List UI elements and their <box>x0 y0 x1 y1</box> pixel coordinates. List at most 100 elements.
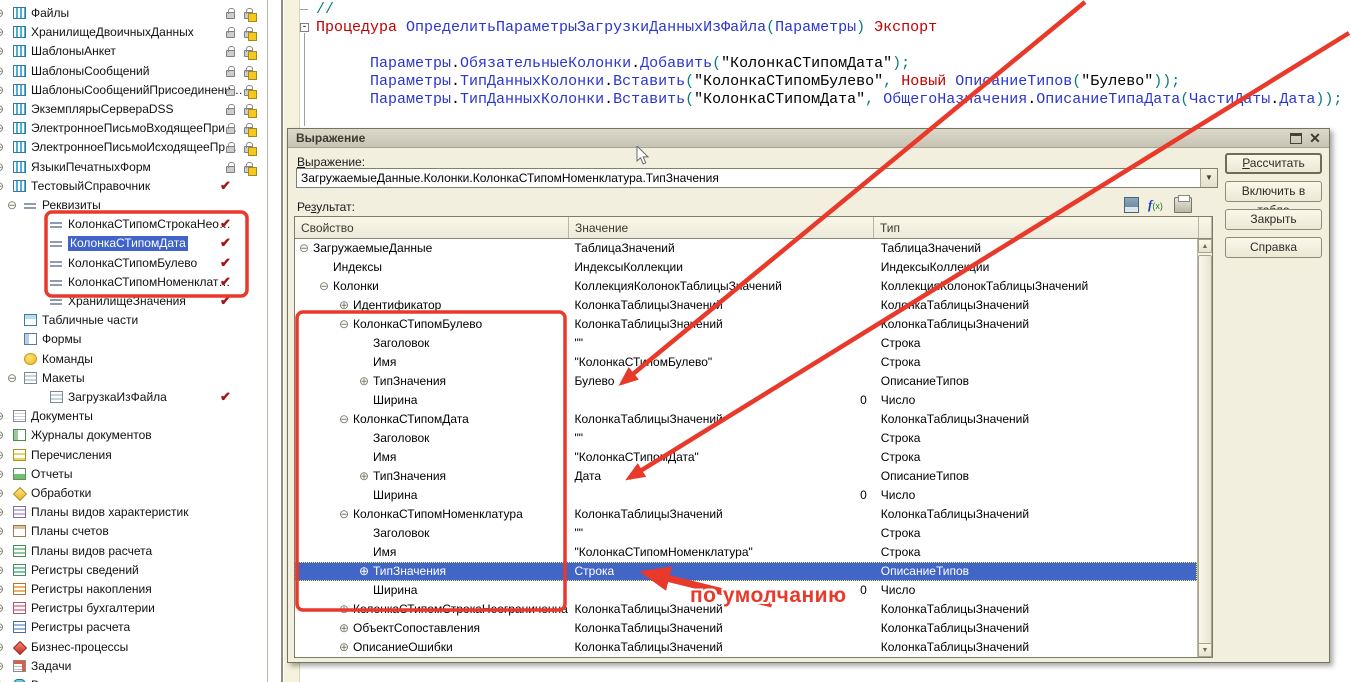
tree-expander-icon[interactable]: ⊕ <box>0 640 4 654</box>
save-result-icon[interactable] <box>1124 197 1139 213</box>
sidebar-item[interactable]: ХранилищеЗначения✔ <box>0 293 268 311</box>
row-expander-icon[interactable]: ⊕ <box>339 638 353 656</box>
sidebar-item[interactable]: ⊕Обработки <box>0 485 268 503</box>
sidebar-item[interactable]: ⊕ЭкземплярыСервераDSS <box>0 101 268 119</box>
sidebar-item[interactable]: Команды <box>0 351 268 369</box>
table-row[interactable]: ⊕ТипЗначенияДатаОписаниеТипов <box>295 467 1197 486</box>
sidebar-item[interactable]: Табличные части <box>0 312 268 330</box>
table-row[interactable]: ⊖КолонкиКоллекцияКолонокТаблицыЗначенийК… <box>295 277 1197 296</box>
sidebar-item[interactable]: КолонкаСТипомДата✔ <box>0 235 268 253</box>
table-row[interactable]: ⊖КолонкаСТипомНоменклатураКолонкаТаблицы… <box>295 505 1197 524</box>
sidebar-item[interactable]: ⊖ТестовыйСправочник✔ <box>0 178 268 196</box>
sidebar-item[interactable]: ⊕Журналы документов <box>0 427 268 445</box>
tree-expander-icon[interactable]: ⊕ <box>0 582 4 596</box>
tree-expander-icon[interactable]: ⊕ <box>0 601 4 615</box>
row-expander-icon[interactable]: ⊖ <box>339 505 353 523</box>
dialog-button-3[interactable]: Закрыть <box>1225 209 1322 230</box>
row-expander-icon[interactable]: ⊕ <box>339 600 353 618</box>
column-header[interactable]: Тип <box>874 217 1199 238</box>
scroll-down-icon[interactable]: ▼ <box>1198 643 1212 657</box>
table-row[interactable]: ⊖ЗагружаемыеДанныеТаблицаЗначенийТаблица… <box>295 239 1197 258</box>
tree-expander-icon[interactable]: ⊕ <box>0 486 4 500</box>
sidebar-item[interactable]: ⊕Документы <box>0 408 268 426</box>
table-row[interactable]: Заголовок""Строка <box>295 334 1197 353</box>
code-text[interactable]: //Процедура ОпределитьПараметрыЗагрузкиД… <box>316 1 1342 109</box>
dialog-button-4[interactable]: Справка <box>1225 237 1322 258</box>
row-expander-icon[interactable]: ⊖ <box>299 239 313 257</box>
table-row[interactable]: ⊕ОписаниеОшибкиКолонкаТаблицыЗначенийКол… <box>295 638 1197 657</box>
table-row[interactable]: Имя"КолонкаСТипомДата"Строка <box>295 448 1197 467</box>
table-row[interactable]: ⊕ОбъектСопоставленияКолонкаТаблицыЗначен… <box>295 619 1197 638</box>
column-header[interactable]: Значение <box>569 217 874 238</box>
tree-expander-icon[interactable]: ⊕ <box>0 102 4 116</box>
row-expander-icon[interactable]: ⊖ <box>339 315 353 333</box>
column-header[interactable]: Свойство <box>295 217 569 238</box>
dialog-button-1[interactable]: Рассчитать <box>1225 153 1322 174</box>
dialog-button-2[interactable]: Включить в табло <box>1225 181 1322 202</box>
row-expander-icon[interactable]: ⊕ <box>339 619 353 637</box>
chevron-down-icon[interactable]: ▼ <box>1200 169 1217 187</box>
tree-expander-icon[interactable]: ⊖ <box>7 198 17 212</box>
sidebar-item[interactable]: КолонкаСТипомНоменклат…✔ <box>0 274 268 292</box>
sidebar-item[interactable]: ⊕ЭлектронноеПисьмоИсходящееПр… <box>0 139 268 157</box>
table-row[interactable]: ⊕ТипЗначенияБулевоОписаниеТипов <box>295 372 1197 391</box>
sidebar-item[interactable]: ⊕Регистры накопления <box>0 581 268 599</box>
maximize-icon[interactable] <box>1290 133 1302 144</box>
tree-expander-icon[interactable]: ⊕ <box>0 544 4 558</box>
sidebar-item[interactable]: ⊕ШаблоныАнкет <box>0 43 268 61</box>
sidebar-item[interactable]: ⊕Регистры расчета <box>0 619 268 637</box>
table-row[interactable]: ⊖КолонкаСТипомДатаКолонкаТаблицыЗначений… <box>295 410 1197 429</box>
vertical-scrollbar[interactable]: ▲ ▼ <box>1197 239 1212 657</box>
sidebar-item[interactable]: ⊕ШаблоныСообщений <box>0 63 268 81</box>
tree-expander-icon[interactable]: ⊕ <box>0 160 4 174</box>
table-row[interactable]: ⊕ТипЗначенияСтрокаОписаниеТипов <box>295 562 1197 581</box>
table-row[interactable]: Заголовок""Строка <box>295 429 1197 448</box>
sidebar-item[interactable]: ⊖Макеты <box>0 370 268 388</box>
tree-expander-icon[interactable]: ⊕ <box>0 563 4 577</box>
sidebar-item[interactable]: ⊕Планы счетов <box>0 523 268 541</box>
table-row[interactable]: Имя"КолонкаСТипомНоменклатура"Строка <box>295 543 1197 562</box>
tree-expander-icon[interactable]: ⊕ <box>0 25 4 39</box>
tree-expander-icon[interactable]: ⊕ <box>0 448 4 462</box>
tree-expander-icon[interactable]: ⊕ <box>0 524 4 538</box>
sidebar-item[interactable]: ⊕ЯзыкиПечатныхФорм <box>0 159 268 177</box>
tree-expander-icon[interactable]: ⊕ <box>0 44 4 58</box>
scroll-up-icon[interactable]: ▲ <box>1198 239 1212 253</box>
tree-expander-icon[interactable]: ⊕ <box>0 428 4 442</box>
sidebar-item[interactable]: ⊕ШаблоныСообщенийПрисоединенн… <box>0 82 268 100</box>
sidebar-item[interactable]: Формы <box>0 331 268 349</box>
tree-expander-icon[interactable]: ⊖ <box>0 179 4 193</box>
tree-expander-icon[interactable]: ⊕ <box>0 409 4 423</box>
row-expander-icon[interactable]: ⊖ <box>339 410 353 428</box>
sidebar-item[interactable]: ⊕Отчеты <box>0 466 268 484</box>
fx-icon[interactable]: f(x) <box>1148 197 1166 213</box>
sidebar-item[interactable]: ⊕ХранилищеДвоичныхДанных <box>0 24 268 42</box>
fold-collapse-icon[interactable]: - <box>300 23 309 32</box>
table-row[interactable]: ⊕ИдентификаторКолонкаТаблицыЗначенийКоло… <box>295 296 1197 315</box>
tree-expander-icon[interactable]: ⊖ <box>7 371 17 385</box>
splitter[interactable] <box>281 0 283 682</box>
sidebar-item[interactable]: ⊕Планы видов характеристик <box>0 504 268 522</box>
table-row[interactable]: Ширина0Число <box>295 391 1197 410</box>
table-row[interactable]: Ширина0Число <box>295 486 1197 505</box>
scrollbar-thumb[interactable] <box>1198 255 1212 645</box>
tree-expander-icon[interactable]: ⊕ <box>0 6 4 20</box>
sidebar-item[interactable]: ⊕Регистры сведений <box>0 562 268 580</box>
row-expander-icon[interactable]: ⊕ <box>359 562 373 580</box>
sidebar-item[interactable]: КолонкаСТипомБулево✔ <box>0 255 268 273</box>
sidebar-item[interactable]: ⊕Файлы <box>0 5 268 23</box>
tree-expander-icon[interactable]: ⊕ <box>0 620 4 634</box>
tree-expander-icon[interactable]: ⊕ <box>0 140 4 154</box>
metadata-tree[interactable]: ⊕Файлы⊕ХранилищеДвоичныхДанных⊕ШаблоныАн… <box>0 0 268 682</box>
print-icon[interactable] <box>1174 197 1192 213</box>
sidebar-item[interactable]: ⊕Перечисления <box>0 447 268 465</box>
table-row[interactable]: ИндексыИндексыКоллекцииИндексыКоллекции <box>295 258 1197 277</box>
row-expander-icon[interactable]: ⊕ <box>359 467 373 485</box>
row-expander-icon[interactable]: ⊕ <box>359 372 373 390</box>
sidebar-item[interactable]: ⊕Бизнес-процессы <box>0 639 268 657</box>
row-expander-icon[interactable]: ⊕ <box>339 296 353 314</box>
row-expander-icon[interactable]: ⊖ <box>319 277 333 295</box>
tree-expander-icon[interactable]: ⊕ <box>0 659 4 673</box>
tree-expander-icon[interactable]: ⊕ <box>0 121 4 135</box>
sidebar-item[interactable]: ⊕ЭлектронноеПисьмоВходящееПри… <box>0 120 268 138</box>
